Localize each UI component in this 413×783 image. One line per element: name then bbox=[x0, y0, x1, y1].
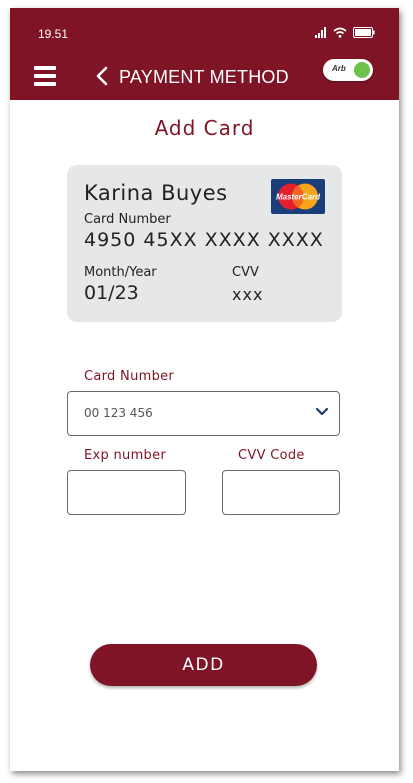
language-toggle[interactable]: Arb bbox=[323, 59, 373, 81]
card-holder-name: Karina Buyes bbox=[84, 181, 228, 205]
exp-number-input[interactable] bbox=[67, 470, 186, 515]
card-number-field-label: Card Number bbox=[84, 369, 175, 384]
page-title: Add Card bbox=[154, 116, 255, 140]
phone-screen: 19.51 PAYMENT METHOD Arb Add Card Karina… bbox=[10, 8, 399, 771]
card-cvv-label: CVV bbox=[232, 265, 259, 280]
cvv-code-input[interactable] bbox=[222, 470, 340, 515]
status-icons bbox=[315, 27, 375, 38]
hamburger-menu-icon[interactable] bbox=[34, 66, 56, 86]
card-number-select[interactable]: 00 123 456 bbox=[67, 391, 340, 436]
mastercard-logo: MasterCard bbox=[271, 179, 325, 214]
card-cvv: xxx bbox=[232, 285, 264, 304]
language-toggle-label: Arb bbox=[332, 64, 346, 73]
battery-icon bbox=[353, 27, 375, 38]
card-number-label: Card Number bbox=[84, 212, 171, 227]
credit-card-preview: Karina Buyes MasterCard Card Number 4950… bbox=[67, 165, 342, 322]
wifi-icon bbox=[333, 27, 347, 38]
card-number: 4950 45XX XXXX XXXX bbox=[84, 229, 324, 251]
chevron-down-icon bbox=[315, 407, 329, 416]
card-number-select-value: 00 123 456 bbox=[84, 406, 153, 420]
toggle-knob bbox=[354, 62, 370, 78]
card-expiry-label: Month/Year bbox=[84, 265, 157, 280]
app-bar: PAYMENT METHOD Arb bbox=[10, 52, 399, 100]
signal-icon bbox=[315, 27, 326, 38]
cvv-code-label: CVV Code bbox=[238, 448, 305, 463]
add-button[interactable]: ADD bbox=[90, 644, 317, 686]
status-time: 19.51 bbox=[38, 27, 69, 41]
chevron-left-icon[interactable] bbox=[94, 66, 110, 86]
status-bar: 19.51 bbox=[10, 8, 399, 52]
exp-number-label: Exp number bbox=[84, 448, 167, 463]
svg-text:MasterCard: MasterCard bbox=[276, 193, 321, 202]
page-header-title: PAYMENT METHOD bbox=[119, 67, 289, 87]
card-expiry: 01/23 bbox=[84, 282, 139, 304]
